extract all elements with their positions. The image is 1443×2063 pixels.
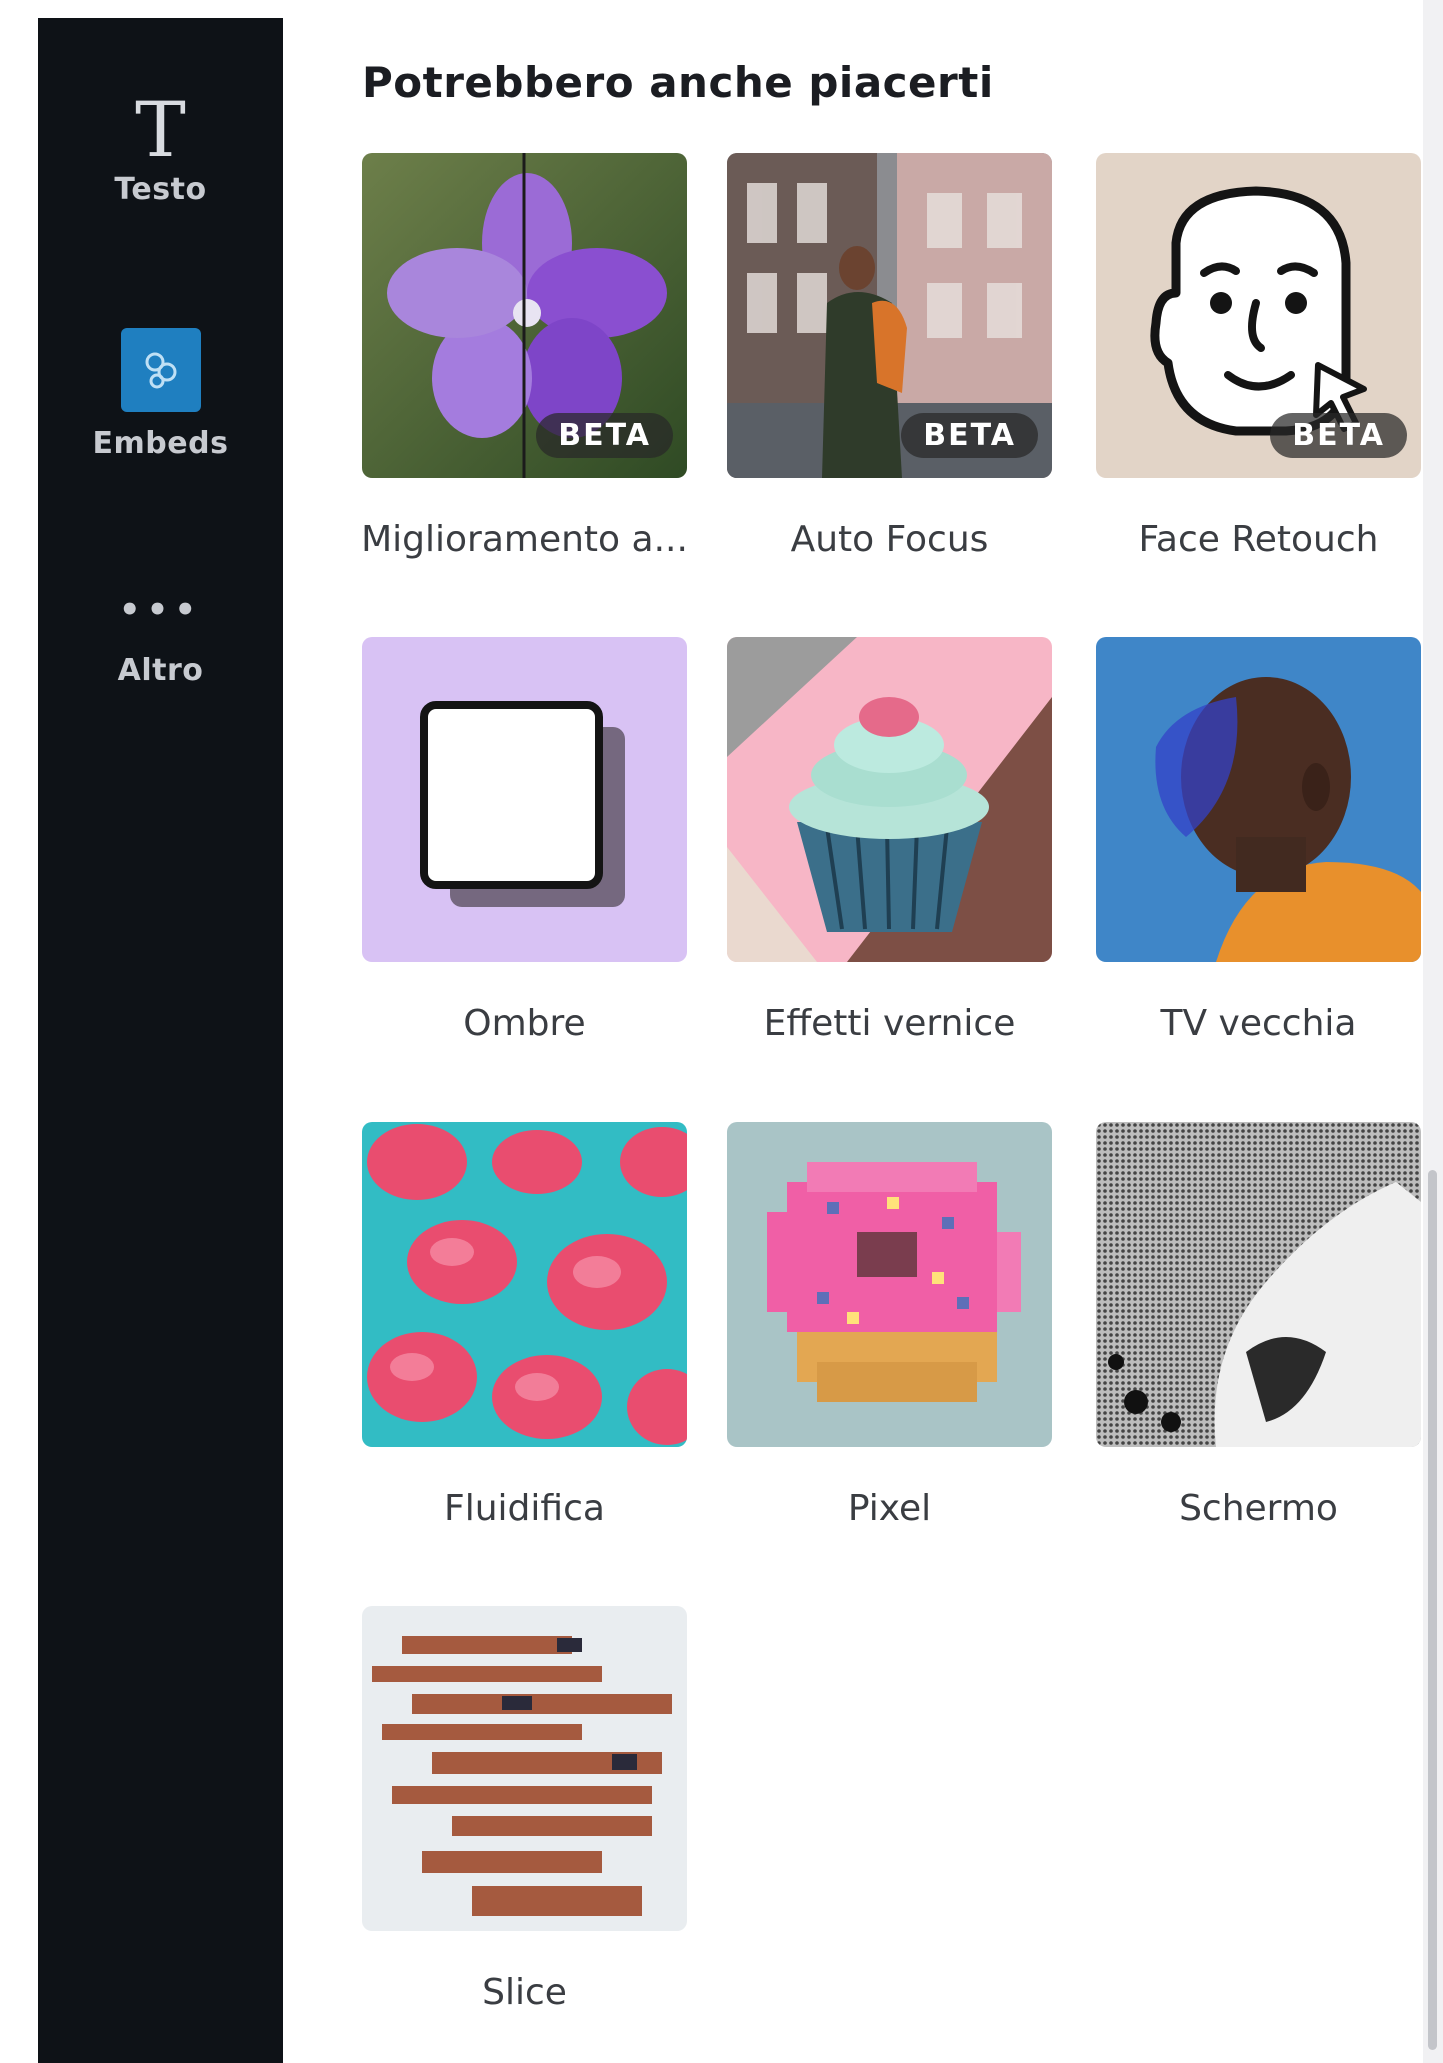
beta-badge: BETA	[901, 413, 1038, 458]
page-left-margin	[0, 0, 38, 2063]
text-t-icon: T	[135, 85, 186, 174]
effect-tile-miglioramento[interactable]: BETA Miglioramento a...	[361, 153, 688, 560]
beta-badge: BETA	[536, 413, 673, 458]
nav-item-embeds[interactable]: Embeds	[38, 328, 283, 461]
nav-item-more-label: Altro	[117, 653, 204, 688]
pink-flowers-thumbnail	[362, 1122, 687, 1447]
purple-flower-thumbnail: BETA	[362, 153, 687, 478]
effect-tile-auto-focus[interactable]: BETA Auto Focus	[727, 153, 1052, 560]
halftone-screen-thumbnail	[1096, 1122, 1421, 1447]
more-dots-icon: •••	[118, 590, 203, 630]
face-retouch-thumbnail: BETA	[1096, 153, 1421, 478]
embeds-icon	[120, 328, 201, 412]
tile-label: Fluidifica	[444, 1488, 605, 1529]
effect-tile-slice[interactable]: Slice	[362, 1606, 687, 2013]
nav-item-text[interactable]: T Testo	[38, 85, 283, 208]
nav-item-more[interactable]: ••• Altro	[38, 593, 283, 688]
tile-label: TV vecchia	[1160, 1003, 1357, 1044]
tile-label: Pixel	[847, 1488, 932, 1529]
nav-item-embeds-label: Embeds	[92, 426, 229, 461]
tile-label: Miglioramento a...	[361, 519, 688, 560]
effect-tile-tv-vecchia[interactable]: TV vecchia	[1096, 637, 1421, 1044]
tile-label: Slice	[482, 1972, 567, 2013]
tile-label: Ombre	[463, 1003, 586, 1044]
tile-label: Face Retouch	[1138, 519, 1379, 560]
sliced-figure-thumbnail	[362, 1606, 687, 1931]
pixel-donut-thumbnail	[727, 1122, 1052, 1447]
cupcake-art-thumbnail	[727, 637, 1052, 962]
panel-title: Potrebbero anche piacerti	[362, 58, 994, 107]
effect-tile-face-retouch[interactable]: BETA Face Retouch	[1096, 153, 1421, 560]
man-profile-thumbnail	[1096, 637, 1421, 962]
man-in-street-thumbnail: BETA	[727, 153, 1052, 478]
side-navigation: T Testo Embeds ••• Altro	[38, 18, 283, 2063]
effect-tile-effetti-vernice[interactable]: Effetti vernice	[727, 637, 1052, 1044]
vertical-scrollbar[interactable]	[1428, 1170, 1437, 2050]
effect-tile-fluidifica[interactable]: Fluidifica	[362, 1122, 687, 1529]
effect-tile-pixel[interactable]: Pixel	[727, 1122, 1052, 1529]
beta-badge: BETA	[1270, 413, 1407, 458]
tile-label: Auto Focus	[790, 519, 989, 560]
effect-tile-ombre[interactable]: Ombre	[362, 637, 687, 1044]
shadow-square-thumbnail	[362, 637, 687, 962]
effect-tile-schermo[interactable]: Schermo	[1096, 1122, 1421, 1529]
nav-item-text-label: Testo	[114, 172, 207, 207]
tile-label: Effetti vernice	[763, 1003, 1016, 1044]
tile-label: Schermo	[1179, 1488, 1338, 1529]
